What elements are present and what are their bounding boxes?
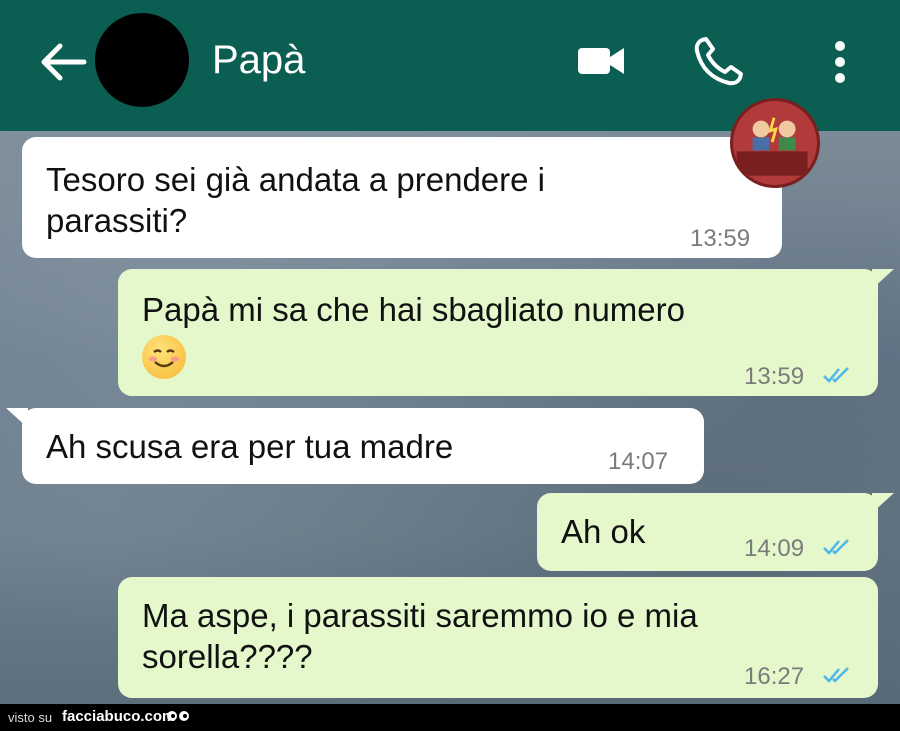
message-outgoing[interactable]: Ma aspe, i parassiti saremmo io e mia so… — [118, 577, 878, 698]
smiling-face-icon — [142, 335, 186, 380]
message-time: 13:59 — [690, 225, 751, 252]
footer-bar: visto su facciabuco.com — [0, 704, 900, 731]
message-outgoing[interactable]: Papà mi sa che hai sbagliato numero 13:5… — [118, 269, 878, 396]
read-ticks-icon — [823, 667, 849, 683]
bubble-tail — [872, 493, 894, 513]
footer-brand[interactable]: facciabuco.com — [62, 708, 175, 725]
bubble-tail — [6, 408, 28, 428]
video-camera-icon[interactable] — [576, 44, 628, 78]
read-ticks-icon — [823, 367, 849, 383]
message-line: Papà mi sa che hai sbagliato numero — [142, 291, 685, 328]
message-time: 13:59 — [744, 363, 805, 390]
message-text: Tesoro sei già andata a prendere i paras… — [46, 159, 545, 241]
bubble-tail — [872, 269, 894, 289]
watermark-logo — [730, 98, 820, 188]
footer-visto: visto su — [8, 710, 53, 725]
message-outgoing[interactable]: Ah ok 14:09 — [537, 493, 878, 571]
arrow-left-icon[interactable] — [36, 40, 88, 84]
message-text: Ah ok — [561, 513, 646, 550]
message-text: Ah scusa era per tua madre — [46, 428, 454, 465]
eyes-icon — [167, 711, 189, 721]
message-text: Ma aspe, i parassiti saremmo io e mia so… — [142, 595, 698, 677]
message-line: sorella???? — [142, 638, 313, 675]
phone-icon[interactable] — [692, 36, 744, 88]
avatar[interactable] — [95, 13, 189, 107]
message-line: Tesoro sei già andata a prendere i — [46, 161, 545, 198]
message-time: 14:09 — [744, 535, 805, 562]
chat-background: Tesoro sei già andata a prendere i paras… — [0, 131, 900, 704]
message-incoming[interactable]: Tesoro sei già andata a prendere i paras… — [22, 137, 782, 258]
message-time: 16:27 — [744, 663, 805, 690]
message-line — [142, 334, 685, 380]
more-vertical-icon[interactable] — [826, 38, 854, 86]
message-line: parassiti? — [46, 202, 188, 239]
message-time: 14:07 — [608, 448, 669, 475]
message-incoming[interactable]: Ah scusa era per tua madre 14:07 — [22, 408, 704, 484]
message-text: Papà mi sa che hai sbagliato numero — [142, 289, 685, 380]
read-ticks-icon — [823, 539, 849, 555]
contact-name[interactable]: Papà — [212, 38, 305, 83]
message-line: Ma aspe, i parassiti saremmo io e mia — [142, 597, 698, 634]
